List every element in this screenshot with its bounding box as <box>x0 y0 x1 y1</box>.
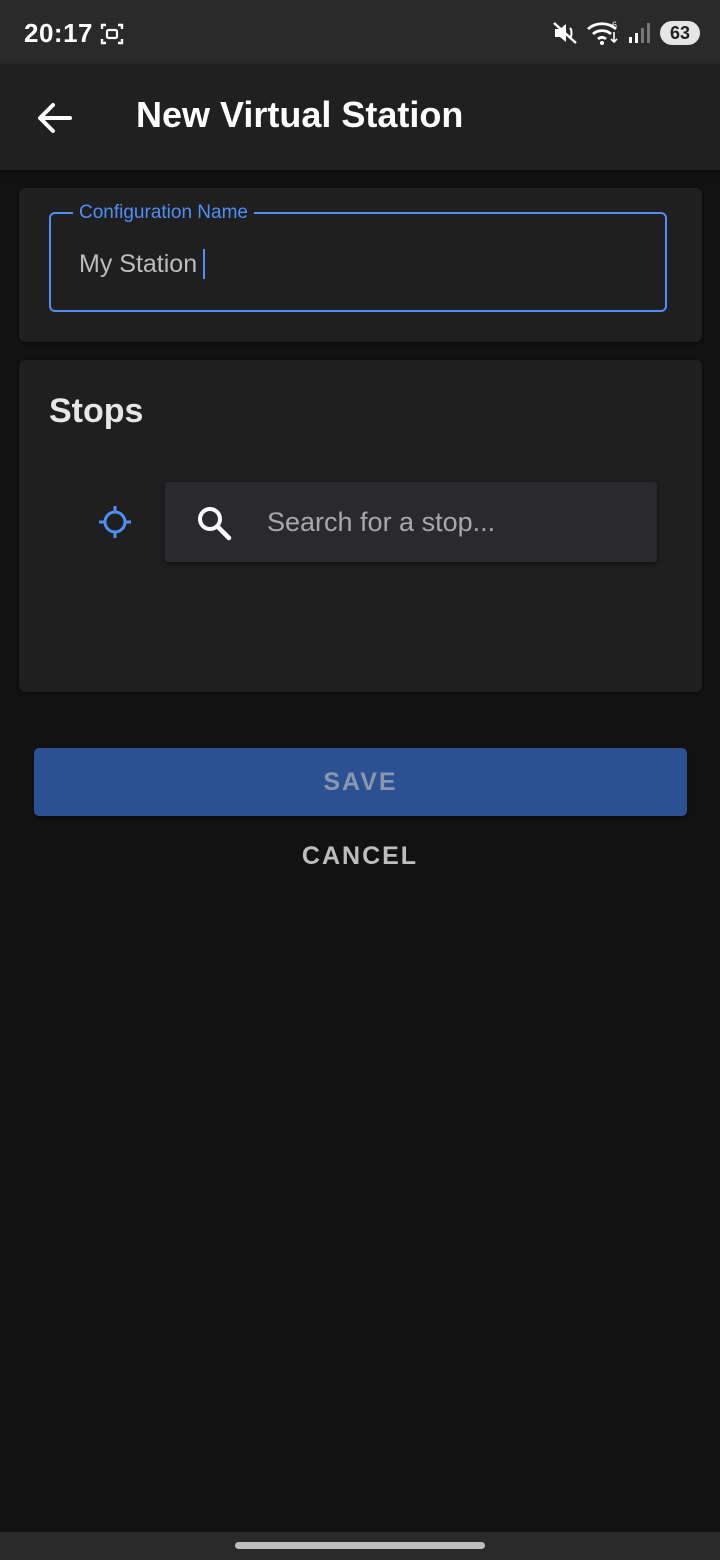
stop-search-box[interactable] <box>165 482 657 562</box>
stops-heading: Stops <box>49 392 144 430</box>
back-button[interactable] <box>28 92 80 144</box>
app-bar: New Virtual Station <box>0 64 720 170</box>
stops-card: Stops <box>19 360 702 692</box>
search-icon <box>198 507 232 541</box>
page-title: New Virtual Station <box>136 94 464 135</box>
config-name-label: Configuration Name <box>73 201 254 225</box>
battery-icon: 63 <box>660 21 700 45</box>
screen: 20:17 6 63 New Virtual Station Configura… <box>0 0 720 1560</box>
stop-search-input[interactable] <box>267 502 637 542</box>
wifi-icon: 6 <box>586 20 620 46</box>
arrow-left-icon <box>38 103 72 133</box>
screenshot-icon <box>100 22 124 46</box>
config-name-input[interactable] <box>79 246 639 282</box>
mute-icon <box>552 20 578 46</box>
locate-button[interactable] <box>95 502 135 542</box>
config-name-field: Configuration Name <box>49 201 667 312</box>
crosshair-icon <box>99 506 131 538</box>
status-bar: 20:17 6 63 <box>0 0 720 64</box>
status-icons: 6 63 <box>552 18 700 48</box>
signal-icon <box>628 21 652 45</box>
config-name-card: Configuration Name <box>19 188 702 342</box>
text-caret <box>203 249 205 279</box>
home-indicator[interactable] <box>235 1542 485 1549</box>
network-badge: 6 <box>612 20 617 30</box>
status-time: 20:17 <box>24 18 93 48</box>
navigation-bar <box>0 1532 720 1560</box>
save-button[interactable]: SAVE <box>34 748 687 816</box>
cancel-button[interactable]: CANCEL <box>260 830 460 882</box>
